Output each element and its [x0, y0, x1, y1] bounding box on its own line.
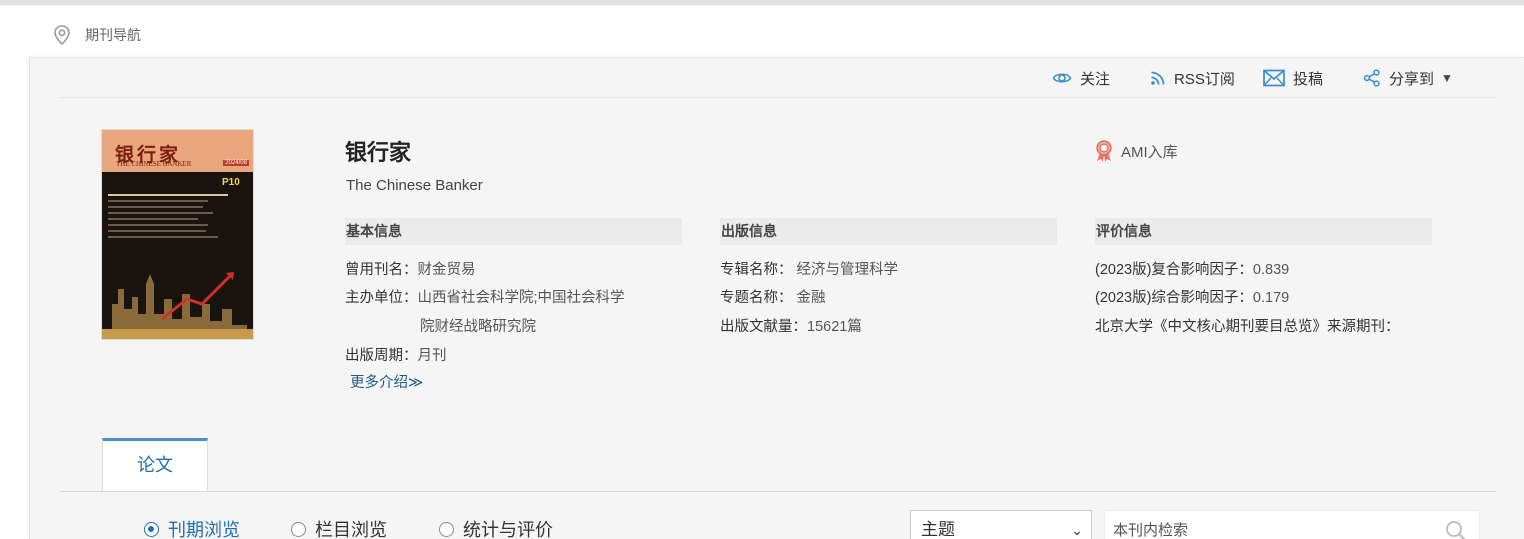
- count-row: 出版文献量：15621篇: [720, 315, 862, 336]
- share-icon: [1363, 69, 1380, 87]
- cycle-label: 出版周期：: [345, 348, 418, 364]
- former-name-row: 曾用刊名：财金贸易: [345, 258, 476, 279]
- breadcrumb-label[interactable]: 期刊导航: [85, 25, 141, 45]
- follow-button[interactable]: 关注: [1052, 67, 1110, 89]
- journal-cover-image[interactable]: 银行家 THE CHINESE BANKER 2024/08 P10: [101, 129, 254, 340]
- tab-papers[interactable]: 论文: [102, 438, 208, 492]
- follow-label: 关注: [1080, 70, 1111, 88]
- breadcrumb: 期刊导航: [52, 24, 141, 46]
- former-name-label: 曾用刊名：: [345, 262, 418, 278]
- count-value: 15621篇: [807, 319, 862, 335]
- topic-row: 专题名称： 金融: [720, 286, 826, 307]
- journal-english-title: The Chinese Banker: [346, 177, 483, 194]
- album-row: 专辑名称： 经济与管理科学: [720, 258, 898, 279]
- journal-title: 银行家: [345, 140, 412, 165]
- sponsor-label: 主办单位：: [345, 290, 418, 306]
- cover-page-tag: P10: [222, 177, 240, 188]
- stats-eval-label: 统计与评价: [463, 520, 553, 539]
- search-field-value: 主题: [921, 520, 955, 539]
- composite-if-row: (2023版)复合影响因子：0.839: [1095, 258, 1289, 279]
- eye-icon: [1052, 73, 1072, 83]
- rss-icon: [1151, 71, 1165, 85]
- cover-city-illustration: [102, 259, 253, 339]
- cover-issue: 2024/08: [223, 160, 249, 166]
- former-name-value: 财金贸易: [417, 262, 476, 278]
- search-field-select[interactable]: 主题 ⌄: [910, 510, 1092, 539]
- browse-by-issue-label: 刊期浏览: [168, 520, 240, 539]
- radio-unchecked-icon: [291, 521, 306, 537]
- topic-label: 专题名称：: [720, 290, 793, 306]
- browse-by-column-radio[interactable]: 栏目浏览: [291, 516, 387, 539]
- composite-if-label: (2023版)复合影响因子：: [1095, 262, 1253, 278]
- tab-divider: [60, 491, 1496, 492]
- rss-button[interactable]: RSS订阅: [1150, 67, 1235, 89]
- sponsor-value-line2: 院财经战略研究院: [420, 319, 536, 335]
- share-button[interactable]: 分享到 ▼: [1363, 67, 1453, 89]
- rss-label: RSS订阅: [1174, 70, 1235, 88]
- eval-info-heading: 评价信息: [1095, 218, 1432, 245]
- radio-unchecked-icon: [439, 521, 454, 537]
- top-rule-shadow: [0, 5, 1524, 6]
- ami-label: AMI入库: [1121, 143, 1178, 161]
- comprehensive-if-value: 0.179: [1252, 290, 1290, 306]
- browse-by-issue-radio[interactable]: 刊期浏览: [144, 516, 240, 539]
- toolbar-divider: [60, 97, 1496, 98]
- share-label: 分享到: [1389, 70, 1435, 88]
- more-intro-link[interactable]: 更多介绍≫: [350, 371, 423, 392]
- cover-text-lines: [108, 194, 248, 242]
- journal-panel: 关注 RSS订阅 投稿 分享到 ▼ 银行家 THE CHINESE BANKER: [29, 57, 1524, 539]
- album-value: 经济与管理科学: [796, 262, 899, 278]
- cycle-row: 出版周期：月刊: [345, 344, 447, 365]
- caret-down-icon: ▼: [1441, 71, 1453, 85]
- pku-core-label: 北京大学《中文核心期刊要目总览》来源期刊：: [1095, 319, 1400, 335]
- cover-subtitle: THE CHINESE BANKER: [116, 160, 192, 168]
- browse-by-column-label: 栏目浏览: [315, 520, 387, 539]
- sponsor-row-cont: 院财经战略研究院: [420, 315, 536, 336]
- journal-search-box: [1104, 510, 1480, 539]
- journal-search-input[interactable]: [1105, 511, 1425, 539]
- award-medal-icon: [1096, 140, 1112, 162]
- count-label: 出版文献量：: [720, 319, 807, 335]
- chevron-down-icon: ⌄: [1071, 522, 1083, 538]
- basic-info-heading: 基本信息: [345, 218, 682, 245]
- sponsor-value-line1: 山西省社会科学院;中国社会科学: [417, 290, 625, 306]
- comprehensive-if-row: (2023版)综合影响因子：0.179: [1095, 286, 1289, 307]
- search-icon[interactable]: [1445, 520, 1467, 539]
- album-label: 专辑名称：: [720, 262, 793, 278]
- envelope-icon: [1263, 69, 1285, 87]
- stats-eval-radio[interactable]: 统计与评价: [439, 516, 553, 539]
- composite-if-value: 0.839: [1252, 262, 1290, 278]
- location-pin-icon: [54, 25, 70, 46]
- submit-button[interactable]: 投稿: [1263, 67, 1323, 89]
- submit-label: 投稿: [1293, 70, 1324, 88]
- pub-info-heading: 出版信息: [720, 218, 1057, 245]
- topic-value: 金融: [796, 290, 826, 306]
- pku-core-row: 北京大学《中文核心期刊要目总览》来源期刊：: [1095, 315, 1400, 336]
- cycle-value: 月刊: [417, 348, 447, 364]
- comprehensive-if-label: (2023版)综合影响因子：: [1095, 290, 1253, 306]
- ami-badge[interactable]: AMI入库: [1094, 140, 1178, 162]
- radio-checked-icon: [144, 521, 159, 537]
- sponsor-row: 主办单位：山西省社会科学院;中国社会科学: [345, 286, 625, 307]
